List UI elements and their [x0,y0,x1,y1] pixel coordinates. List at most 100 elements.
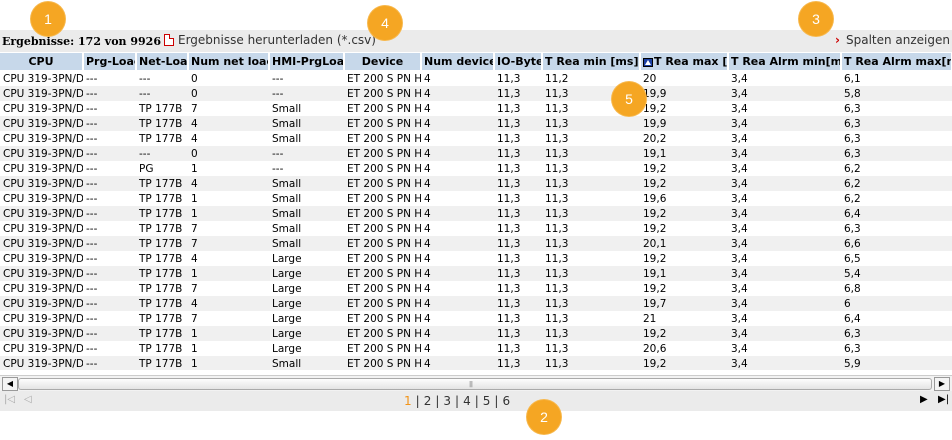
table-row[interactable]: CPU 319-3PN/DP6 ms---TP 177B1LargeET 200… [0,266,952,281]
table-cell: 1 [188,266,269,281]
table-row[interactable]: CPU 319-3PN/DP6 ms---TP 177B1LargeET 200… [0,341,952,356]
show-columns-link[interactable]: › Spalten anzeigen [835,33,950,47]
page-link-6[interactable]: 6 [502,394,510,408]
table-row[interactable]: CPU 319-3PN/DP6 ms------0---ET 200 S PN … [0,86,952,101]
table-row[interactable]: CPU 319-3PN/DP6 ms---TP 177B1SmallET 200… [0,356,952,370]
column-header-prg-load[interactable]: Prg-Load [83,53,137,71]
horizontal-scrollbar[interactable]: ◀ ||| ▶ [0,375,952,391]
first-page-icon[interactable]: |◁ [4,394,15,405]
page-link-2[interactable]: 2 [424,394,432,408]
table-cell: 19,2 [640,326,728,341]
table-cell: CPU 319-3PN/DP6 ms [0,236,83,251]
scroll-left-button[interactable]: ◀ [2,377,18,391]
table-cell: 11,3 [494,251,542,266]
scrollbar-thumb[interactable]: ||| [18,378,932,390]
table-cell: TP 177B [136,221,188,236]
column-header-t-rea-alrm-min[interactable]: T Rea Alrm min[ms] [728,53,842,71]
table-cell: 3,4 [728,266,841,281]
column-header-t-rea-alrm-max[interactable]: T Rea Alrm max[ms] [841,53,952,71]
table-cell: TP 177B [136,176,188,191]
table-cell: 5,8 [841,86,952,101]
table-cell: 3,4 [728,356,841,370]
scroll-right-button[interactable]: ▶ [934,377,950,391]
table-cell: 19,1 [640,146,728,161]
table-row[interactable]: CPU 319-3PN/DP6 ms---TP 177B7SmallET 200… [0,236,952,251]
page-link-5[interactable]: 5 [483,394,491,408]
download-label: Ergebnisse herunterladen (*.csv) [178,33,376,47]
table-cell: ET 200 S PN HF60 [344,191,421,206]
table-cell: 11,3 [542,296,640,311]
table-row[interactable]: CPU 319-3PN/DP6 ms---PG1---ET 200 S PN H… [0,161,952,176]
table-row[interactable]: CPU 319-3PN/DP6 ms---TP 177B7LargeET 200… [0,281,952,296]
table-row[interactable]: CPU 319-3PN/DP6 ms------0---ET 200 S PN … [0,146,952,161]
callout-badge-1: 1 [31,2,65,36]
table-cell: 19,2 [640,176,728,191]
previous-page-icon[interactable]: ◁ [24,394,32,405]
column-header-num-devices[interactable]: Num devices [421,53,495,71]
table-cell: 3,4 [728,116,841,131]
table-cell: ET 200 S PN HF16 [344,296,421,311]
table-row[interactable]: CPU 319-3PN/DP6 ms---TP 177B1SmallET 200… [0,206,952,221]
table-row[interactable]: CPU 319-3PN/DP6 ms---TP 177B4SmallET 200… [0,176,952,191]
table-row[interactable]: CPU 319-3PN/DP6 ms---TP 177B1SmallET 200… [0,191,952,206]
table-row[interactable]: CPU 319-3PN/DP6 ms------0---ET 200 S PN … [0,70,952,86]
column-header-t-rea-max[interactable]: T Rea max [ms] [640,53,729,71]
table-cell: 7 [188,101,269,116]
table-cell: 11,3 [542,356,640,370]
table-cell: 1 [188,161,269,176]
table-row[interactable]: CPU 319-3PN/DP6 ms---TP 177B7SmallET 200… [0,221,952,236]
table-cell: ET 200 S PN HF16 [344,70,421,86]
column-header-device[interactable]: Device [344,53,422,71]
table-cell: 20,1 [640,236,728,251]
table-cell: --- [269,161,344,176]
table-cell: --- [83,236,136,251]
column-header-t-rea-min[interactable]: T Rea min [ms] [542,53,641,71]
table-cell: CPU 319-3PN/DP6 ms [0,101,83,116]
table-cell: 5,9 [841,356,952,370]
download-csv-link[interactable]: Ergebnisse herunterladen (*.csv) [164,33,376,47]
table-cell: 4 [421,146,494,161]
pdf-file-icon [164,34,174,46]
table-cell: 7 [188,311,269,326]
table-cell: ET 200 S PN HF1 [344,176,421,191]
sort-ascending-icon[interactable] [643,57,653,67]
table-cell: ET 200 S PN HF60 [344,236,421,251]
table-cell: --- [136,86,188,101]
table-body: CPU 319-3PN/DP6 ms------0---ET 200 S PN … [0,70,952,370]
table-cell: CPU 319-3PN/DP6 ms [0,86,83,101]
table-row[interactable]: CPU 319-3PN/DP6 ms---TP 177B4SmallET 200… [0,131,952,146]
last-page-icon[interactable]: ▶| [938,394,949,405]
page-link-4[interactable]: 4 [463,394,471,408]
page-separator: | [474,394,479,408]
table-row[interactable]: CPU 319-3PN/DP6 ms---TP 177B1LargeET 200… [0,326,952,341]
next-page-icon[interactable]: ▶ [920,394,928,405]
table-cell: 6,5 [841,251,952,266]
table-cell: 4 [421,341,494,356]
table-cell: --- [83,176,136,191]
table-row[interactable]: CPU 319-3PN/DP6 ms---TP 177B4SmallET 200… [0,116,952,131]
page-link-3[interactable]: 3 [443,394,451,408]
column-header-cpu[interactable]: CPU [0,53,84,71]
column-header-hmi-prgload[interactable]: HMI-PrgLoad [269,53,345,71]
table-cell: CPU 319-3PN/DP6 ms [0,311,83,326]
table-row[interactable]: CPU 319-3PN/DP6 ms---TP 177B7LargeET 200… [0,311,952,326]
column-header-io-bytes[interactable]: IO-Bytes [494,53,543,71]
column-header-net-load[interactable]: Net-Load [136,53,189,71]
table-row[interactable]: CPU 319-3PN/DP6 ms---TP 177B4LargeET 200… [0,251,952,266]
table-cell: Small [269,116,344,131]
table-cell: --- [269,86,344,101]
table-cell: 4 [421,131,494,146]
table-row[interactable]: CPU 319-3PN/DP6 ms---TP 177B7SmallET 200… [0,101,952,116]
pagination-bar: |◁ ◁ 1 | 2 | 3 | 4 | 5 | 6 ▶ ▶| [0,391,952,411]
table-cell: 6,3 [841,326,952,341]
page-link-1[interactable]: 1 [404,394,412,408]
table-cell: 11,3 [542,191,640,206]
table-cell: ET 200 S PN HF60 [344,86,421,101]
results-grid: CPU Prg-Load Net-Load Num net loads HMI-… [0,53,952,370]
callout-badge-2: 2 [527,400,561,434]
table-row[interactable]: CPU 319-3PN/DP6 ms---TP 177B4LargeET 200… [0,296,952,311]
table-cell: ET 200 S PN HF60 [344,311,421,326]
table-cell: TP 177B [136,296,188,311]
table-cell: 11,3 [494,296,542,311]
column-header-num-net-loads[interactable]: Num net loads [188,53,270,71]
